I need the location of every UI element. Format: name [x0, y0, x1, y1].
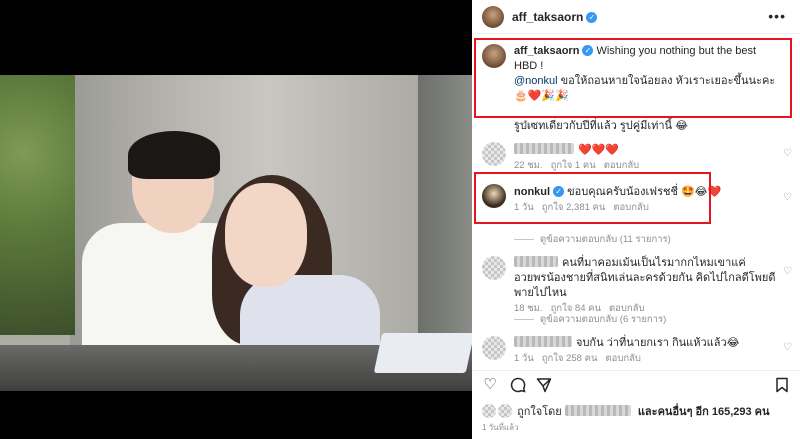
- heart-icon[interactable]: ♡: [482, 377, 498, 393]
- action-bar: ♡: [472, 370, 800, 398]
- caption-time: 1 วัน: [514, 120, 534, 131]
- author-avatar[interactable]: [482, 6, 504, 28]
- comment-icon[interactable]: [510, 377, 526, 393]
- post-photo[interactable]: [0, 75, 472, 391]
- verified-badge-icon: ✓: [586, 12, 598, 23]
- comment-like-icon[interactable]: ♡: [783, 266, 792, 277]
- photo-person-right-face: [225, 183, 307, 287]
- post-header: aff_taksaorn ✓ •••: [472, 0, 800, 34]
- comment-avatar[interactable]: [482, 256, 506, 280]
- liker-avatar: [498, 404, 512, 418]
- comment-item: จบกัน ว่าที่นายกเรา กินแห้วแล้ว😂 1 วัน ถู…: [472, 332, 800, 366]
- share-icon[interactable]: [536, 377, 552, 393]
- comment-item: คนที่มาคอมเม้นเป็นไรมากกไหมเขาแค่อวยพรน้…: [472, 252, 800, 314]
- reply-button[interactable]: ตอบกลับ: [605, 353, 641, 364]
- liker-username-blurred: [564, 405, 631, 416]
- liker-avatar: [482, 404, 496, 418]
- view-replies-button[interactable]: ดูข้อความตอบกลับ (6 รายการ): [514, 312, 666, 327]
- comment-avatar[interactable]: [482, 336, 506, 360]
- comment-avatar[interactable]: [482, 142, 506, 166]
- comment-like-icon[interactable]: ♡: [783, 148, 792, 159]
- photo-foliage: [0, 75, 75, 335]
- post-media-pane: [0, 0, 472, 439]
- likes-summary[interactable]: ถูกใจโดย และคนอื่นๆ อีก 165,293 คน: [482, 402, 770, 420]
- photo-person-left-hair: [128, 131, 220, 179]
- comment-item: ❤️❤️❤️ 22 ชม. ถูกใจ 1 คน ตอบกลับ ♡: [472, 140, 800, 171]
- post-time: 1 วันที่แล้ว: [482, 423, 519, 432]
- photo-script-paper: [373, 333, 472, 373]
- comment-username-blurred: [514, 143, 574, 154]
- more-options-icon[interactable]: •••: [768, 8, 786, 24]
- comment-like-icon[interactable]: ♡: [783, 342, 792, 353]
- comments-panel: aff_taksaorn ✓ ••• aff_taksaorn ✓ Wishing …: [472, 0, 800, 439]
- highlight-box-caption: [474, 38, 792, 118]
- view-replies-button[interactable]: ดูข้อความตอบกลับ (11 รายการ): [514, 232, 671, 247]
- comment-username-blurred: [514, 256, 558, 267]
- comment-like-icon[interactable]: ♡: [783, 192, 792, 203]
- comment-username-blurred: [514, 336, 572, 347]
- reply-button[interactable]: ตอบกลับ: [604, 160, 640, 171]
- highlight-box-reply: [474, 172, 711, 224]
- bookmark-icon[interactable]: [774, 377, 790, 393]
- author-username[interactable]: aff_taksaorn ✓: [512, 10, 598, 24]
